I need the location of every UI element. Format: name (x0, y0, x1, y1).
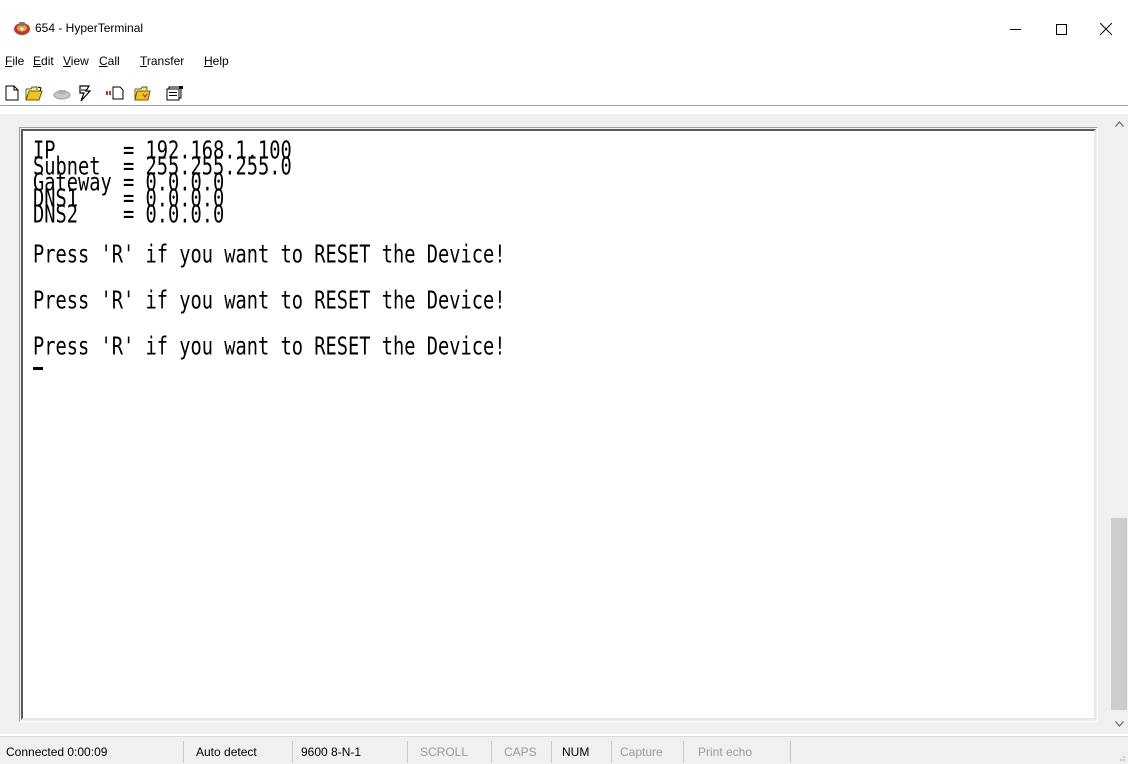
send-button[interactable] (104, 83, 126, 103)
properties-icon (166, 86, 183, 101)
call-button[interactable] (74, 83, 96, 103)
maximize-button[interactable] (1038, 14, 1084, 44)
send-icon (106, 86, 124, 100)
menu-file[interactable]: File (5, 54, 24, 68)
disconnect-icon (53, 90, 71, 100)
scroll-down-button[interactable] (1110, 714, 1128, 734)
menu-edit[interactable]: Edit (33, 54, 54, 68)
minimize-icon (1009, 28, 1021, 30)
menu-transfer[interactable]: Transfer (140, 54, 184, 68)
menu-edit-accesskey: E (33, 54, 42, 68)
chevron-up-icon (1114, 121, 1124, 127)
terminal-line-reset-prompt: Press 'R' if you want to RESET the Devic… (33, 240, 506, 270)
menu-file-label: ile (12, 54, 25, 68)
menu-help-accesskey: H (204, 54, 213, 68)
terminal-area: IP = 192.168.1.100 Subnet = 255.255.255.… (0, 114, 1110, 734)
receive-icon (134, 86, 151, 101)
scroll-thumb[interactable] (1111, 518, 1127, 710)
menu-view-accesskey: V (63, 54, 71, 68)
status-num-lock: NUM (558, 741, 612, 763)
menu-bar: File Edit View Call Transfer Help (0, 52, 1128, 72)
menu-transfer-accesskey: T (140, 54, 147, 68)
menu-call-label: all (107, 54, 120, 68)
minimize-button[interactable] (992, 14, 1038, 44)
menu-call[interactable]: Call (99, 54, 120, 68)
disconnect-button[interactable] (51, 83, 73, 103)
open-button[interactable] (23, 83, 45, 103)
menu-transfer-label: ransfer (146, 54, 185, 68)
close-button[interactable] (1083, 14, 1128, 44)
menu-call-accesskey: C (99, 54, 108, 68)
menu-help-label: elp (212, 54, 229, 68)
menu-help[interactable]: Help (204, 54, 229, 68)
status-scroll-lock: SCROLL (416, 741, 492, 763)
resize-grip-icon[interactable] (1116, 752, 1126, 762)
terminal-output: IP = 192.168.1.100 Subnet = 255.255.255.… (33, 139, 1084, 708)
terminal-line-reset-prompt: Press 'R' if you want to RESET the Devic… (33, 332, 506, 362)
chevron-down-icon (1114, 721, 1124, 727)
menu-edit-label: dit (41, 54, 54, 68)
vertical-scrollbar[interactable] (1110, 114, 1128, 734)
properties-button[interactable] (164, 83, 186, 103)
maximize-icon (1055, 23, 1067, 35)
window-title: 654 - HyperTerminal (35, 21, 144, 35)
call-icon (79, 85, 92, 102)
new-connection-button[interactable] (1, 83, 23, 103)
menu-view-label: iew (70, 54, 89, 68)
close-icon (1100, 23, 1112, 35)
scroll-up-button[interactable] (1110, 114, 1128, 134)
terminal-line-dns2: DNS2 = 0.0.0.0 (33, 200, 225, 230)
terminal-line-reset-prompt: Press 'R' if you want to RESET the Devic… (33, 286, 506, 316)
status-print-echo: Print echo (694, 741, 791, 763)
title-bar: 654 - HyperTerminal (0, 0, 1128, 52)
open-icon (25, 86, 43, 100)
receive-button[interactable] (131, 83, 153, 103)
toolbar (0, 82, 1128, 106)
status-bar: Connected 0:00:09 Auto detect 9600 8-N-1… (0, 736, 1128, 764)
terminal-screen[interactable]: IP = 192.168.1.100 Subnet = 255.255.255.… (19, 127, 1098, 722)
status-capture: Capture (616, 741, 684, 763)
status-port-settings: 9600 8-N-1 (297, 741, 408, 763)
menu-view[interactable]: View (63, 54, 89, 68)
status-emulation: Auto detect (192, 741, 293, 763)
terminal-cursor (33, 367, 43, 370)
hyperterminal-icon (14, 22, 30, 35)
status-connected: Connected 0:00:09 (2, 741, 184, 763)
new-icon (5, 85, 19, 101)
status-caps-lock: CAPS (500, 741, 552, 763)
